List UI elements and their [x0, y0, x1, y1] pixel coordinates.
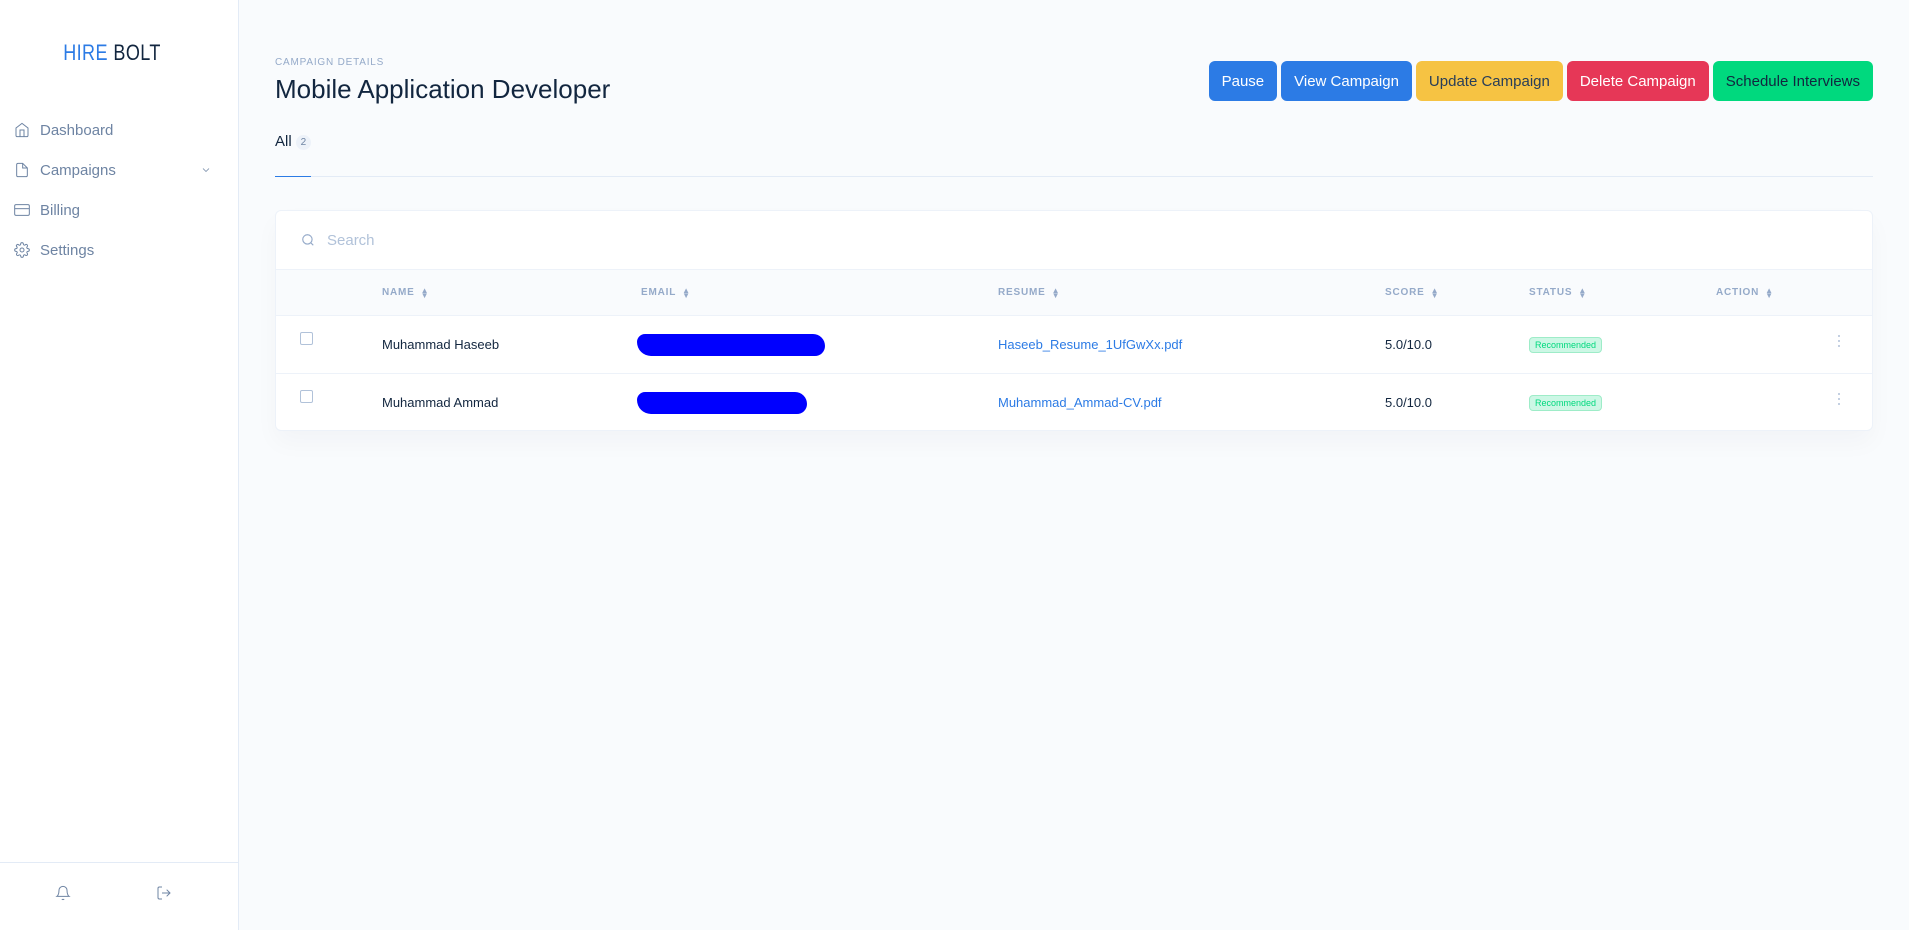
resume-link[interactable]: Muhammad_Ammad-CV.pdf [998, 395, 1162, 410]
table-header: NAME ▲ ▼ EMAIL ▲ ▼ RESUME ▲ ▼ SCORE ▲ ▼ STATUS ▲ ▼… [276, 270, 1872, 316]
column-header-name[interactable]: NAME ▲ ▼ [382, 285, 430, 300]
search-icon [302, 234, 314, 246]
resume-link[interactable]: Haseeb_Resume_1UfGwXx.pdf [998, 337, 1182, 352]
sidebar-nav: Dashboard Campaigns Billing Settings [0, 110, 238, 270]
brand-logo-part2: BOLT [113, 40, 161, 65]
search-input[interactable] [327, 231, 927, 249]
delete-campaign-button[interactable]: Delete Campaign [1566, 61, 1709, 101]
score-value: 5.0/10.0 [1385, 337, 1432, 352]
table-row: Muhammad Haseeb Haseeb_Resume_1UfGwXx.pd… [276, 316, 1872, 374]
column-header-label: NAME [382, 287, 415, 298]
email-redaction [637, 392, 807, 414]
sidebar-item-label: Settings [40, 241, 95, 259]
sidebar-footer [0, 862, 238, 930]
update-campaign-button[interactable]: Update Campaign [1415, 61, 1563, 101]
column-header-score[interactable]: SCORE ▲ ▼ [1385, 285, 1440, 300]
gear-icon [14, 242, 30, 258]
sidebar-item-settings[interactable]: Settings [0, 230, 238, 270]
row-checkbox[interactable] [300, 332, 313, 345]
sidebar-item-campaigns[interactable]: Campaigns [0, 150, 238, 190]
credit-card-icon [14, 204, 30, 216]
bell-icon[interactable] [55, 885, 71, 901]
column-header-resume[interactable]: RESUME ▲ ▼ [998, 285, 1061, 300]
row-checkbox[interactable] [300, 390, 313, 403]
candidate-name: Muhammad Haseeb [382, 337, 500, 352]
column-header-email[interactable]: EMAIL ▲ ▼ [641, 285, 691, 300]
sort-icon: ▲ ▼ [1430, 285, 1440, 300]
column-header-action[interactable]: ACTION ▲ ▼ [1716, 285, 1774, 300]
sort-icon: ▲ ▼ [420, 285, 430, 300]
pause-button[interactable]: Pause [1208, 61, 1278, 101]
page-pretitle: CAMPAIGN DETAILS [275, 57, 385, 68]
column-header-label: EMAIL [641, 287, 677, 298]
file-icon [16, 162, 28, 178]
brand-logo[interactable]: HIRE BOLT [20, 40, 204, 66]
column-header-status[interactable]: STATUS ▲ ▼ [1529, 285, 1588, 300]
tabs: All 2 [275, 130, 1873, 177]
sidebar-item-dashboard[interactable]: Dashboard [0, 110, 238, 150]
more-vertical-icon[interactable] [1838, 335, 1842, 347]
schedule-interviews-button[interactable]: Schedule Interviews [1712, 61, 1873, 101]
home-icon [15, 122, 29, 138]
tab-label: All [275, 133, 292, 150]
header-actions: Pause View Campaign Update Campaign Dele… [1208, 61, 1873, 101]
more-vertical-icon[interactable] [1838, 393, 1842, 405]
status-badge: Recommended [1529, 395, 1603, 411]
brand-logo-part1: HIRE [63, 40, 108, 65]
status-badge: Recommended [1529, 337, 1603, 353]
sort-icon: ▲ ▼ [682, 285, 691, 300]
candidates-card: NAME ▲▼ EMAIL ▲▼ RESUME ▲▼ SCORE ▲▼ STATUS ▲▼… [275, 210, 1873, 431]
sort-icon: ▲ ▼ [1765, 285, 1774, 300]
sort-icon: ▲ ▼ [1051, 285, 1061, 300]
logout-icon[interactable] [156, 885, 172, 901]
score-value: 5.0/10.0 [1385, 395, 1432, 410]
page-title: Mobile Application Developer [275, 74, 611, 104]
sort-icon: ▲ ▼ [1578, 285, 1588, 300]
view-campaign-button[interactable]: View Campaign [1281, 61, 1412, 101]
sidebar-item-label: Dashboard [40, 121, 114, 139]
sidebar: HIRE BOLT Dashboard Campaigns Billing Se… [0, 0, 239, 930]
column-header-label: SCORE [1385, 287, 1425, 298]
table-row: Muhammad Ammad Muhammad_Ammad-CV.pdf 5.0… [276, 374, 1872, 430]
chevron-down-icon[interactable] [200, 164, 212, 176]
search-bar [276, 211, 1872, 270]
sidebar-item-label: Campaigns [40, 161, 116, 179]
column-header-label: RESUME [998, 287, 1046, 298]
column-header-label: STATUS [1529, 287, 1573, 298]
tab-all[interactable]: All 2 [275, 130, 312, 177]
tab-count-badge: 2 [295, 135, 312, 150]
sidebar-item-label: Billing [40, 201, 81, 219]
column-header-label: ACTION [1716, 287, 1760, 298]
candidate-name: Muhammad Ammad [382, 395, 499, 410]
email-redaction [637, 334, 825, 356]
sidebar-item-billing[interactable]: Billing [0, 190, 238, 230]
